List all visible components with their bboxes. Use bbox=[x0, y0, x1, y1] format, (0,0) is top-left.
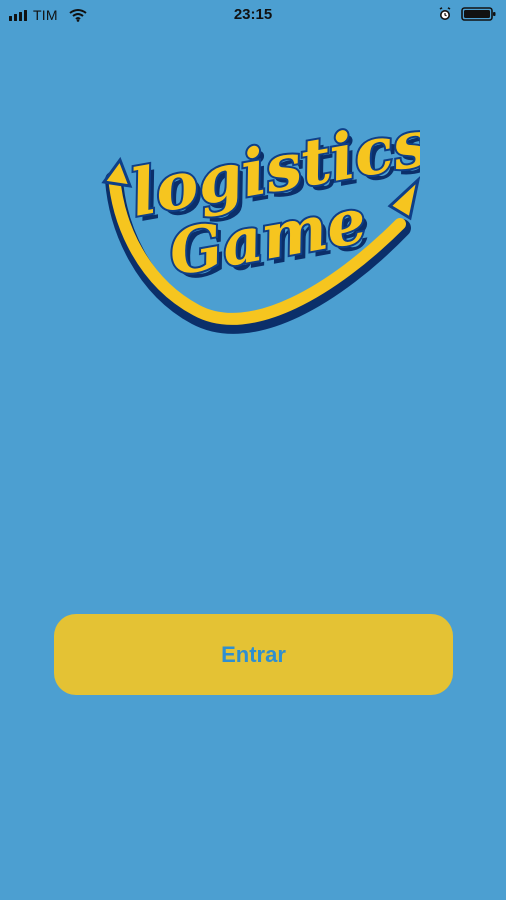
status-time: 23:15 bbox=[233, 6, 273, 23]
alarm-icon bbox=[439, 7, 451, 20]
logistics-game-logo: logistics Game logistics Game bbox=[100, 120, 420, 340]
status-bar: TIM 23:15 bbox=[0, 0, 506, 30]
battery-icon bbox=[461, 7, 496, 21]
enter-button[interactable]: Entrar bbox=[54, 614, 453, 695]
logo-graphic: logistics Game logistics Game bbox=[101, 120, 420, 334]
status-right-group bbox=[437, 6, 497, 22]
